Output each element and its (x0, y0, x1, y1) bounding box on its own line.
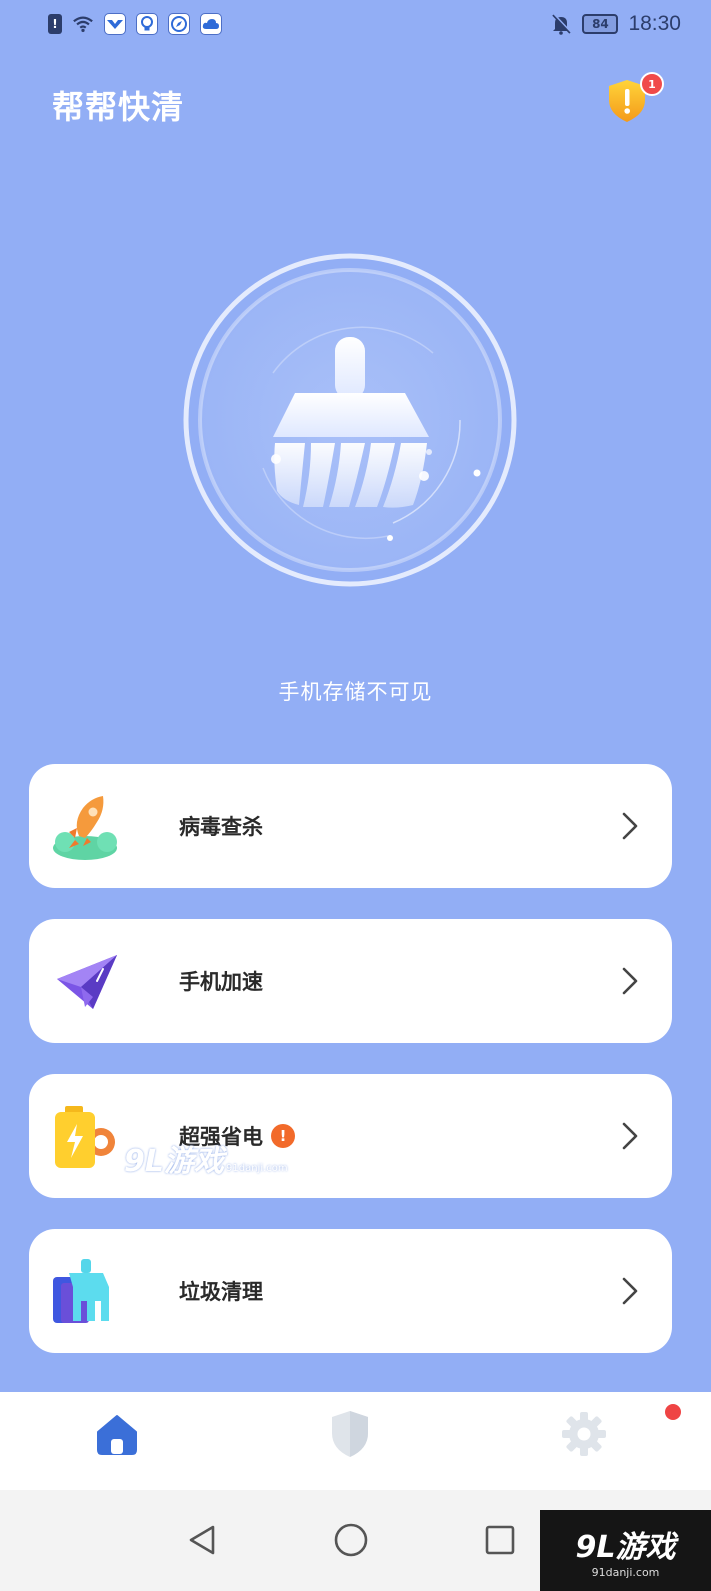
chevron-right-icon (622, 1122, 638, 1150)
chevron-right-icon (622, 967, 638, 995)
status-bar: ! 84 18:30 (0, 0, 711, 48)
nav-home[interactable] (93, 1408, 141, 1460)
bell-muted-icon (550, 13, 572, 35)
recents-square-icon (485, 1525, 515, 1555)
feature-label-text: 垃圾清理 (179, 1280, 263, 1304)
feature-label-text: 病毒查杀 (179, 815, 263, 839)
feature-label: 垃圾清理 (179, 1229, 263, 1353)
back-button[interactable] (182, 1520, 222, 1560)
feature-card-phone-boost[interactable]: 手机加速 (29, 919, 672, 1043)
bottom-nav (0, 1392, 711, 1490)
corner-watermark-subtext: 91danji.com (591, 1566, 660, 1579)
clock: 18:30 (628, 12, 681, 35)
chevron-right-icon (622, 812, 638, 840)
feature-label-text: 手机加速 (179, 970, 263, 994)
home-circle-icon (334, 1523, 368, 1557)
recents-button[interactable] (480, 1520, 520, 1560)
storage-status-text: 手机存储不可见 (278, 680, 433, 704)
rocket-icon (51, 792, 121, 862)
status-left: ! (48, 13, 222, 35)
nav-settings[interactable] (560, 1408, 608, 1460)
bulb-icon (136, 13, 158, 35)
back-triangle-icon (189, 1525, 215, 1555)
watermark-subtext: 91danji.com (226, 1163, 288, 1174)
nav-security[interactable] (326, 1408, 374, 1460)
corner-watermark-logo: 9L游戏 91danji.com (540, 1510, 711, 1591)
battery-indicator: 84 (582, 14, 619, 34)
compass-icon (168, 13, 190, 35)
battery-icon (51, 1102, 121, 1172)
feature-card-virus-scan[interactable]: 病毒查杀 (29, 764, 672, 888)
sim-icon: ! (48, 14, 62, 34)
status-right: 84 18:30 (550, 12, 681, 36)
corner-watermark-text: 9L游戏 (575, 1530, 676, 1565)
watermark-text: 9L游戏 (124, 1144, 224, 1179)
cloud-icon (200, 13, 222, 35)
home-icon (97, 1415, 137, 1455)
feature-label: 病毒查杀 (179, 764, 263, 888)
chevron-right-icon (622, 1277, 638, 1305)
clean-button[interactable] (183, 253, 517, 587)
home-button[interactable] (331, 1520, 371, 1560)
app-title: 帮帮快清 (52, 88, 185, 126)
paper-plane-icon (51, 947, 121, 1017)
alert-count-badge: 1 (640, 72, 664, 96)
watermark: 9L游戏 91danji.com (124, 1136, 288, 1180)
settings-notification-dot (665, 1404, 681, 1420)
feature-card-junk-clean[interactable]: 垃圾清理 (29, 1229, 672, 1353)
wifi-icon (72, 13, 94, 35)
trash-clean-icon (51, 1257, 121, 1327)
shield-icon (332, 1411, 368, 1457)
app-notification-icon (104, 13, 126, 35)
gear-icon (562, 1412, 606, 1456)
feature-label: 手机加速 (179, 919, 263, 1043)
